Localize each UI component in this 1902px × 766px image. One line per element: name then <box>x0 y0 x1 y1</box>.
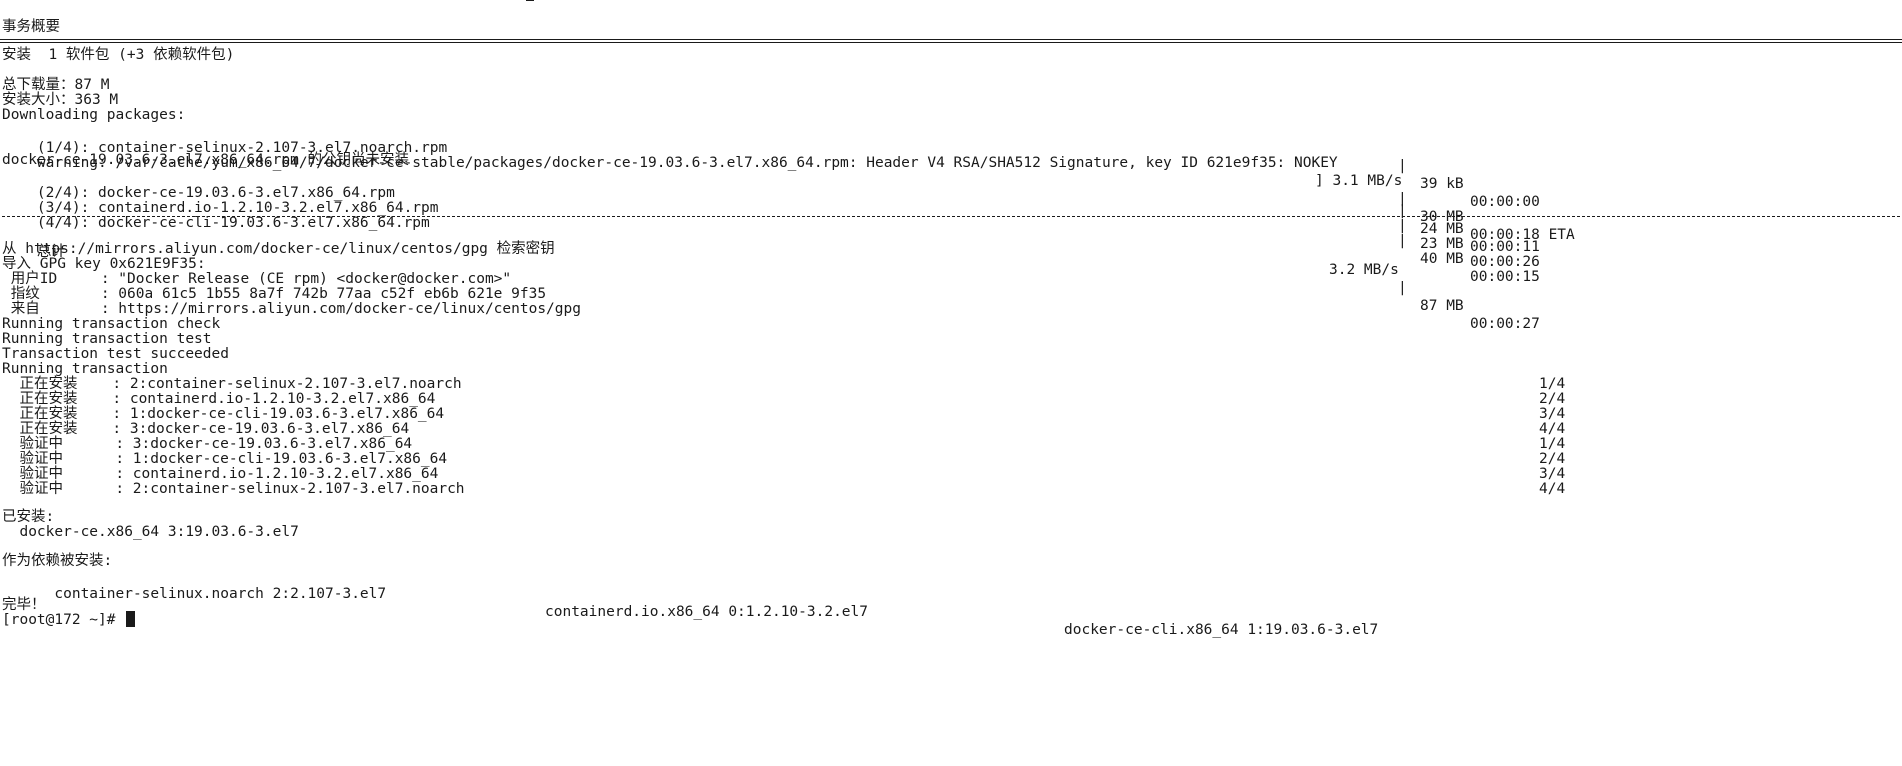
step-count: 4/4 <box>1539 481 1566 497</box>
step-action: 验证中 : 2:container-selinux-2.107-3.el7.no… <box>2 481 465 497</box>
double-rule-bottom <box>0 42 1902 43</box>
install-summary: 安装 1 软件包 (+3 依赖软件包) <box>2 47 235 63</box>
scroll-tick-mark <box>526 0 534 1</box>
terminal-window[interactable]: 事务概要 安装 1 软件包 (+3 依赖软件包) 总下载量：87 M 安装大小：… <box>0 0 1902 766</box>
shell-prompt-line[interactable]: [root@172 ~]# <box>2 611 1896 629</box>
summary-title: 事务概要 <box>2 19 60 35</box>
installed-package: docker-ce.x86_64 3:19.03.6-3.el7 <box>2 524 299 540</box>
dashed-separator <box>2 216 1900 217</box>
text-cursor[interactable] <box>126 611 136 627</box>
deps-row: container-selinux.noarch 2:2.107-3.el7 c… <box>2 567 1896 638</box>
double-rule-top <box>0 39 1902 40</box>
shell-prompt: [root@172 ~]# <box>2 612 125 628</box>
download-row: (4/4): docker-ce-cli-19.03.6-3.el7.x86_6… <box>2 196 1896 285</box>
transaction-step: 验证中 : 2:container-selinux-2.107-3.el7.no… <box>2 480 1896 498</box>
